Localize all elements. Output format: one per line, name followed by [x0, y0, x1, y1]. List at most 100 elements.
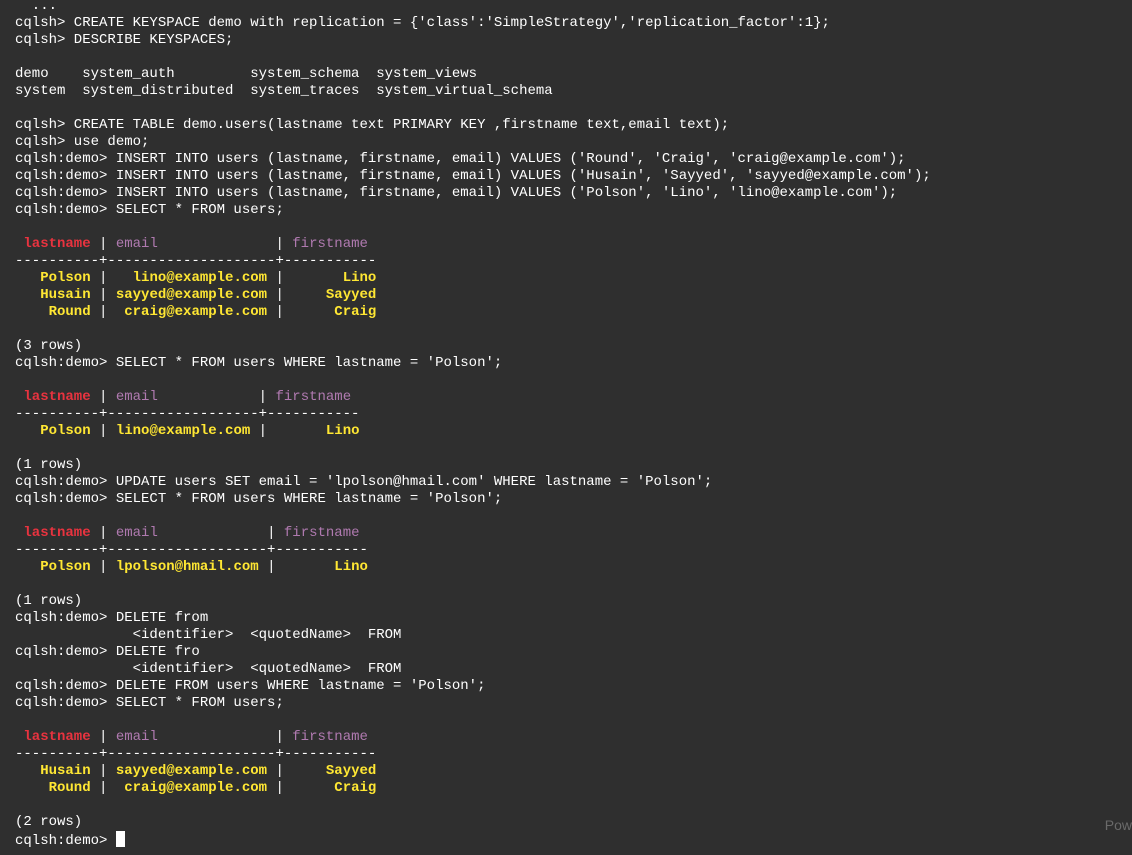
terminal-text: ... [15, 0, 58, 14]
terminal-line: <identifier> <quotedName> FROM [15, 661, 1132, 678]
watermark: Pow [1104, 817, 1132, 833]
terminal-line: ----------+--------------------+--------… [15, 746, 1132, 763]
terminal-text: ----------+-------------------+---------… [15, 542, 368, 558]
terminal-text: | [250, 423, 276, 439]
terminal-text: | [157, 236, 293, 252]
terminal-text: Lino [275, 423, 360, 439]
terminal-text: | [90, 763, 116, 779]
terminal-text: firstname [275, 389, 352, 405]
terminal-text: | [267, 763, 293, 779]
terminal-line: cqlsh:demo> SELECT * FROM users; [15, 202, 1132, 219]
terminal-line: cqlsh:demo> INSERT INTO users (lastname,… [15, 151, 1132, 168]
terminal-text: cqlsh> CREATE TABLE demo.users(lastname … [15, 117, 730, 133]
terminal-window[interactable]: ... cqlsh> CREATE KEYSPACE demo with repl… [0, 0, 1132, 855]
terminal-text: Husain [15, 763, 91, 779]
terminal-text: Husain [15, 287, 91, 303]
terminal-text: cqlsh:demo> SELECT * FROM users WHERE la… [15, 355, 503, 371]
terminal-line: <identifier> <quotedName> FROM [15, 627, 1132, 644]
terminal-text: cqlsh:demo> INSERT INTO users (lastname,… [15, 185, 898, 201]
terminal-text: cqlsh:demo> DELETE FROM users WHERE last… [15, 678, 486, 694]
terminal-text: email [115, 236, 158, 252]
terminal-text: cqlsh:demo> DELETE fro [15, 644, 200, 660]
terminal-text: (3 rows) [15, 338, 83, 354]
terminal-text: sayyed@example.com [115, 287, 268, 303]
terminal-text: cqlsh> use demo; [15, 134, 150, 150]
terminal-text: Sayyed [292, 287, 377, 303]
terminal-line: cqlsh> CREATE TABLE demo.users(lastname … [15, 117, 1132, 134]
terminal-text: lastname [15, 525, 91, 541]
terminal-text: cqlsh> CREATE KEYSPACE demo with replica… [15, 15, 830, 31]
terminal-text: email [115, 389, 158, 405]
terminal-text: Craig [292, 304, 377, 320]
terminal-line: Polson | lino@example.com | Lino [15, 423, 1132, 440]
terminal-line: ----------+--------------------+--------… [15, 253, 1132, 270]
terminal-text: | [267, 287, 293, 303]
terminal-line: (3 rows) [15, 338, 1132, 355]
terminal-line: cqlsh:demo> DELETE fro [15, 644, 1132, 661]
terminal-line: Polson | lino@example.com | Lino [15, 270, 1132, 287]
terminal-text: ----------+------------------+----------… [15, 406, 360, 422]
terminal-text: lpolson@hmail.com [115, 559, 259, 575]
terminal-text: email [115, 729, 158, 745]
terminal-line: cqlsh:demo> INSERT INTO users (lastname,… [15, 185, 1132, 202]
terminal-line: cqlsh:demo> SELECT * FROM users WHERE la… [15, 491, 1132, 508]
shell-prompt: cqlsh:demo> [15, 833, 116, 849]
terminal-text: | [90, 525, 116, 541]
terminal-text: | [157, 729, 293, 745]
terminal-text: cqlsh:demo> INSERT INTO users (lastname,… [15, 151, 906, 167]
prompt-line[interactable]: cqlsh:demo> [15, 831, 1132, 849]
terminal-text: email [115, 525, 158, 541]
terminal-line: lastname | email | firstname [15, 729, 1132, 746]
terminal-line: ----------+-------------------+---------… [15, 542, 1132, 559]
terminal-text: | [90, 389, 116, 405]
terminal-line: lastname | email | firstname [15, 236, 1132, 253]
terminal-line: system system_distributed system_traces … [15, 83, 1132, 100]
terminal-text: firstname [292, 729, 368, 745]
terminal-text: Lino [292, 270, 377, 286]
terminal-text: lastname [15, 729, 91, 745]
terminal-text: (2 rows) [15, 814, 83, 830]
terminal-line: cqlsh:demo> SELECT * FROM users; [15, 695, 1132, 712]
terminal-text: <identifier> <quotedName> FROM [15, 661, 402, 677]
terminal-text: cqlsh:demo> SELECT * FROM users; [15, 202, 284, 218]
terminal-text: (1 rows) [15, 593, 83, 609]
terminal-text: | [90, 729, 116, 745]
terminal-text: Craig [292, 780, 377, 796]
terminal-text: craig@example.com [115, 780, 268, 796]
terminal-text: Round [15, 304, 91, 320]
terminal-text: Lino [283, 559, 368, 575]
terminal-line: demo system_auth system_schema system_vi… [15, 66, 1132, 83]
terminal-line: (1 rows) [15, 593, 1132, 610]
terminal-line: (1 rows) [15, 457, 1132, 474]
terminal-text: lastname [15, 389, 91, 405]
terminal-line: cqlsh:demo> INSERT INTO users (lastname,… [15, 168, 1132, 185]
terminal-text: lastname [15, 236, 91, 252]
terminal-text: cqlsh:demo> INSERT INTO users (lastname,… [15, 168, 931, 184]
terminal-line: (2 rows) [15, 814, 1132, 831]
terminal-text: | [90, 780, 116, 796]
terminal-line: cqlsh:demo> SELECT * FROM users WHERE la… [15, 355, 1132, 372]
terminal-text: | [90, 236, 116, 252]
terminal-text: firstname [292, 236, 368, 252]
terminal-text: | [90, 559, 116, 575]
terminal-text: | [157, 525, 284, 541]
terminal-text: cqlsh:demo> UPDATE users SET email = 'lp… [15, 474, 713, 490]
terminal-text: | [90, 304, 116, 320]
terminal-line: Round | craig@example.com | Craig [15, 304, 1132, 321]
terminal-line: lastname | email | firstname [15, 389, 1132, 406]
terminal-text: Sayyed [292, 763, 377, 779]
terminal-line: Polson | lpolson@hmail.com | Lino [15, 559, 1132, 576]
terminal-text: system system_distributed system_traces … [15, 83, 553, 99]
terminal-text: ----------+--------------------+--------… [15, 253, 377, 269]
terminal-output: ... cqlsh> CREATE KEYSPACE demo with repl… [15, 0, 1132, 849]
terminal-text: Polson [15, 559, 91, 575]
terminal-text: (1 rows) [15, 457, 83, 473]
terminal-text: sayyed@example.com [115, 763, 268, 779]
terminal-line: Husain | sayyed@example.com | Sayyed [15, 763, 1132, 780]
terminal-text: | [258, 559, 284, 575]
terminal-line: cqlsh:demo> DELETE from [15, 610, 1132, 627]
